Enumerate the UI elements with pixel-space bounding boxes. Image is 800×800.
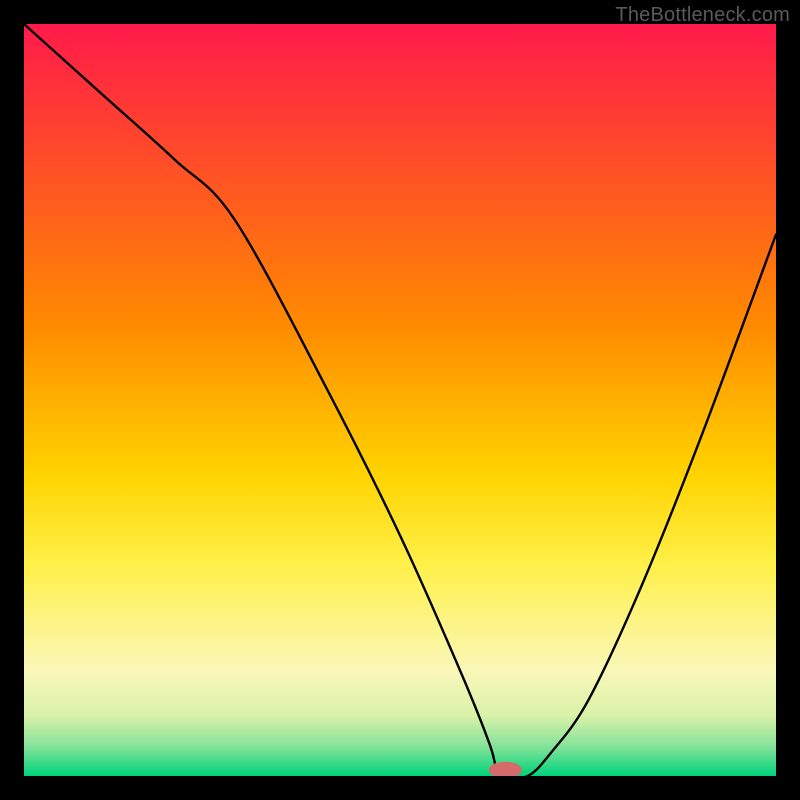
gradient-background — [24, 24, 776, 776]
chart-frame: TheBottleneck.com — [0, 0, 800, 800]
plot-area — [24, 24, 776, 776]
chart-svg — [24, 24, 776, 776]
watermark-label: TheBottleneck.com — [615, 4, 790, 27]
